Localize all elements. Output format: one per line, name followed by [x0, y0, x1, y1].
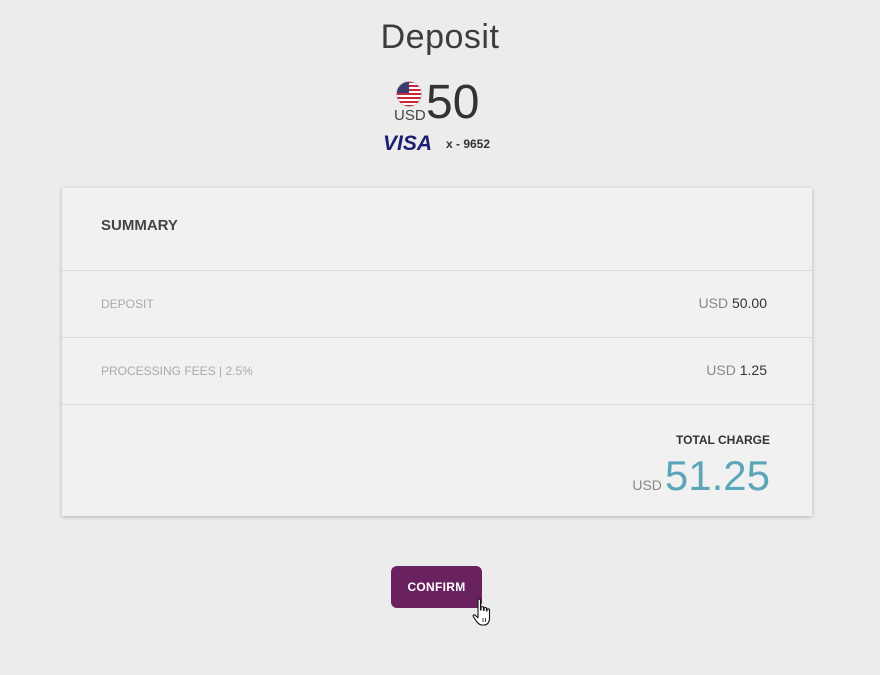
hand-pointer-cursor-icon	[472, 598, 491, 626]
summary-header: SUMMARY	[62, 188, 812, 271]
fees-value: USD 1.25	[706, 362, 767, 378]
fees-amount-value: 1.25	[739, 362, 767, 378]
deposit-page: Deposit USD 50 VISA x - 9652 SUMMARY DEP…	[0, 0, 880, 675]
total-amount-value: 51.25	[664, 452, 770, 499]
total-charge: USD51.25	[632, 452, 770, 502]
summary-card: SUMMARY DEPOSIT USD 50.00 PROCESSING FEE…	[62, 188, 812, 516]
summary-title: SUMMARY	[101, 217, 178, 234]
summary-row-deposit: DEPOSIT USD 50.00	[62, 271, 812, 338]
confirm-button[interactable]: CONFIRM	[391, 566, 482, 608]
deposit-value: USD 50.00	[699, 295, 768, 311]
payment-card: VISA x - 9652	[383, 132, 503, 156]
visa-logo: VISA	[383, 132, 433, 155]
fees-currency: USD	[706, 362, 736, 378]
total-charge-label: TOTAL CHARGE	[675, 433, 770, 447]
deposit-currency: USD	[698, 295, 729, 311]
deposit-label: DEPOSIT	[101, 297, 154, 311]
fees-label: PROCESSING FEES | 2.5%	[101, 364, 253, 378]
total-currency: USD	[632, 477, 662, 493]
us-flag-icon	[396, 81, 422, 107]
amount-value: 50	[426, 76, 480, 129]
deposit-amount: USD 50	[392, 76, 492, 129]
page-title: Deposit	[380, 18, 500, 56]
amount-currency: USD	[394, 107, 426, 124]
deposit-amount-value: 50.00	[731, 295, 767, 311]
card-masked-number: x - 9652	[446, 137, 491, 151]
summary-row-fees: PROCESSING FEES | 2.5% USD 1.25	[62, 338, 812, 405]
